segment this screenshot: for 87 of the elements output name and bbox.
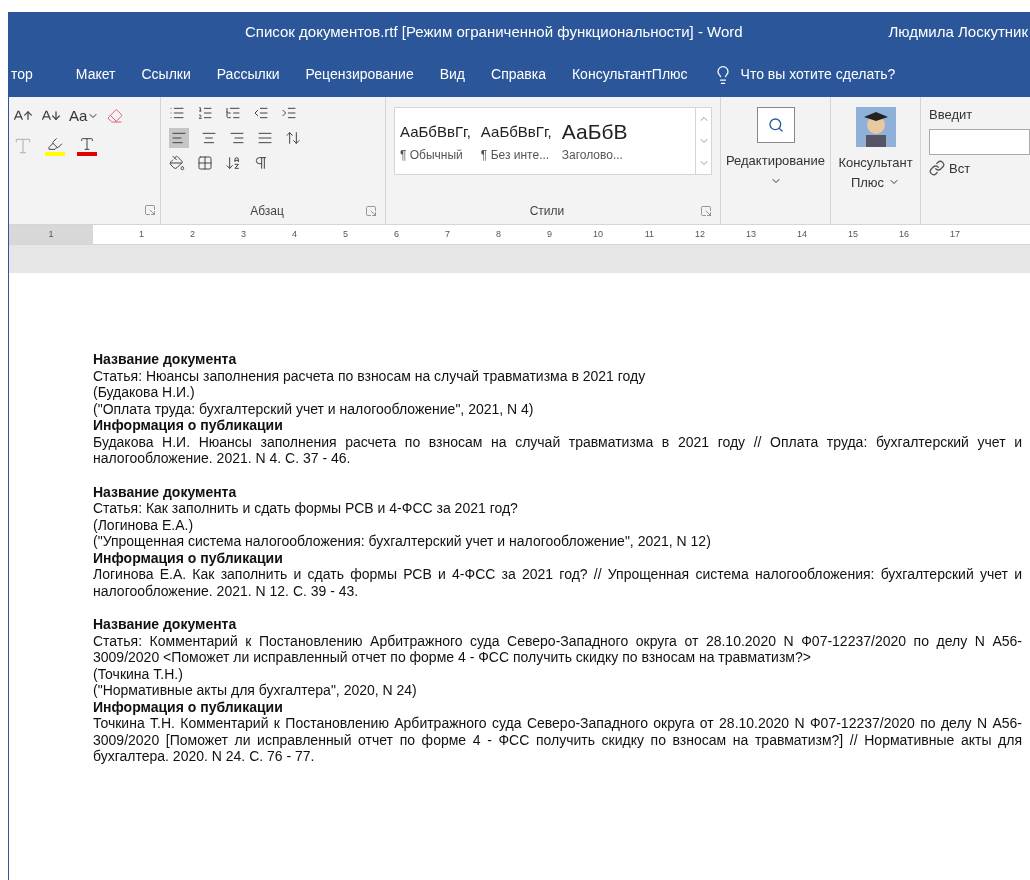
tell-me-field[interactable]: Что вы хотите сделать? [740, 64, 941, 85]
style-name: Заголово... [561, 147, 624, 164]
increase-indent-icon[interactable] [281, 105, 297, 121]
ribbon-tab[interactable]: КонсультантПлюс [558, 52, 701, 97]
ruler-number: 14 [796, 227, 807, 241]
align-center-icon[interactable] [201, 130, 217, 146]
ribbon-tab[interactable]: Рассылки [203, 52, 293, 97]
source: ("Упрощенная система налогообложения: бухгалтерский учет и налогообложение", 2021, N 12) [93, 533, 712, 550]
borders-icon[interactable] [197, 155, 213, 171]
justify-icon[interactable] [257, 130, 273, 146]
author: (Логинова Е.А.) [93, 516, 195, 533]
numbering-icon[interactable] [197, 105, 213, 121]
line-spacing-icon[interactable] [285, 130, 301, 146]
style-item[interactable]: АаБбВвГг, ¶ Без инте... [475, 108, 557, 174]
dialog-launcher-icon[interactable] [144, 204, 156, 216]
bullets-icon[interactable] [169, 105, 185, 121]
person-figure-icon [855, 107, 896, 147]
ribbon-tab[interactable]: Рецензирование [292, 52, 427, 97]
ruler-number: 17 [949, 227, 960, 241]
dialog-launcher-icon[interactable] [700, 205, 712, 217]
search-icon[interactable] [767, 117, 784, 133]
source: ("Нормативные акты для бухгалтера", 2020, N 24) [93, 682, 418, 699]
ribbon-tab[interactable]: Ссылки [128, 52, 204, 97]
style-item[interactable]: АаБбВ Заголово... [556, 108, 633, 174]
ruler-number: 4 [291, 227, 297, 241]
ruler-number: 5 [342, 227, 348, 241]
article-title: Статья: Как заполнить и сдать формы РСВ и 4-ФСС за 2021 год? [93, 500, 519, 517]
ruler-number: 1 [138, 227, 144, 241]
ribbon-tab[interactable]: тор [9, 52, 35, 97]
citation-text: Логинова Е.А. Как заполнить и сдать формы РСВ и 4-ФСС за 2021 год? // Упрощенная система налогообложения: бухгалтерский учет и налогообложение. 2021. N 12. С. 39 - 43. [93, 566, 1022, 599]
consultant-button[interactable]: Консультант Плюс [831, 97, 921, 224]
eraser-icon[interactable] [107, 108, 124, 125]
editing-button[interactable]: Редактирование [721, 97, 831, 224]
change-case-button[interactable]: Aa [69, 105, 100, 128]
align-right-icon[interactable] [229, 130, 245, 146]
section-heading: Название документа [93, 616, 238, 633]
section-heading: Название документа [93, 351, 238, 368]
section-heading: Название документа [93, 483, 238, 500]
shading-icon[interactable] [169, 155, 185, 171]
ruler-number: 6 [393, 227, 399, 241]
ruler-number: 16 [898, 227, 909, 241]
section-heading: Информация о публикации [93, 549, 284, 566]
ribbon-tab[interactable]: Справка [478, 52, 559, 97]
source: ("Оплата труда: бухгалтерский учет и налогообложение", 2021, N 4) [93, 400, 535, 417]
highlighter-icon[interactable] [45, 135, 65, 156]
style-name: ¶ Обычный [400, 147, 464, 164]
ruler-number: 9 [546, 227, 552, 241]
section-heading: Информация о публикации [93, 417, 284, 434]
author: (Будакова Н.И.) [93, 384, 196, 401]
style-item[interactable]: АаБбВвГг, ¶ Обычный [395, 108, 476, 174]
section-heading: Информация о публикации [93, 698, 284, 715]
style-name: ¶ Без инте... [480, 147, 551, 164]
article-title: Статья: Нюансы заполнения расчета по взносам на случай травматизма в 2021 году [93, 367, 647, 384]
group-label: Абзац [250, 203, 284, 220]
ruler-number: 15 [847, 227, 858, 241]
decrease-indent-icon[interactable] [253, 105, 269, 121]
citation-text: Будакова Н.И. Нюансы заполнения расчета по взносам на случай травматизма в 2021 году // Оплата труда: бухгалтерский учет и налогообложение. 2021. N 4. С. 37 - 46. [93, 433, 1022, 467]
ruler-number: 12 [694, 227, 705, 241]
align-left-toggle[interactable] [169, 128, 189, 148]
ruler-number: 11 [643, 227, 654, 241]
sort-icon[interactable] [225, 155, 241, 171]
search-field[interactable] [929, 128, 1030, 155]
pilcrow-icon[interactable] [253, 155, 269, 171]
dialog-launcher-icon[interactable] [365, 205, 377, 217]
style-sample: АаБбВвГг, [400, 122, 471, 142]
group-label: Стили [529, 203, 565, 220]
multilevel-list-icon[interactable] [225, 105, 241, 121]
link-icon[interactable] [929, 160, 945, 177]
author: (Точкина Т.Н.) [93, 665, 184, 682]
font-color-icon[interactable] [77, 135, 97, 156]
style-sample: АаБбВ [561, 119, 628, 145]
ruler-number: 8 [495, 227, 501, 241]
article-title: Статья: Комментарий к Постановлению Арбитражного суда Северо-Западного округа от 28.10.2020 N Ф07-12237/2020 по делу N А56-3009/2020 <Поможет ли исправленный отчет по форме 4 - ФСС получить скидку по взносам на травматизм?> [93, 632, 1022, 666]
ruler-number: 2 [189, 227, 195, 241]
ruler-number: 13 [745, 227, 756, 241]
ruler-number: 1 [48, 227, 54, 241]
insert-label[interactable]: Вст [949, 158, 971, 178]
citation-text: Точкина Т.Н. Комментарий к Постановлению Арбитражного суда Северо-Западного округа от 28.10.2020 N Ф07-12237/2020 по делу N А56-3009/2020 [Поможет ли исправленный отчет по форме 4 - ФСС получить скидку по взносам на травматизм?] // Нормативные акты для бухгалтера. 2020. N 24. С. 76 - 77. [93, 715, 1022, 765]
ribbon-tab[interactable]: Вид [426, 52, 479, 97]
ruler-number: 3 [240, 227, 246, 241]
ruler-number: 10 [592, 227, 603, 241]
style-sample: АаБбВвГг, [480, 122, 552, 142]
user-name: Людмила Лоскутник [888, 21, 1029, 42]
ruler-number: 7 [444, 227, 450, 241]
window-title: Список документов.rtf [Режим ограниченной функциональности] - Word [245, 21, 743, 42]
ribbon-tab[interactable]: Макет [62, 52, 129, 97]
group-label: Введит [929, 106, 974, 124]
